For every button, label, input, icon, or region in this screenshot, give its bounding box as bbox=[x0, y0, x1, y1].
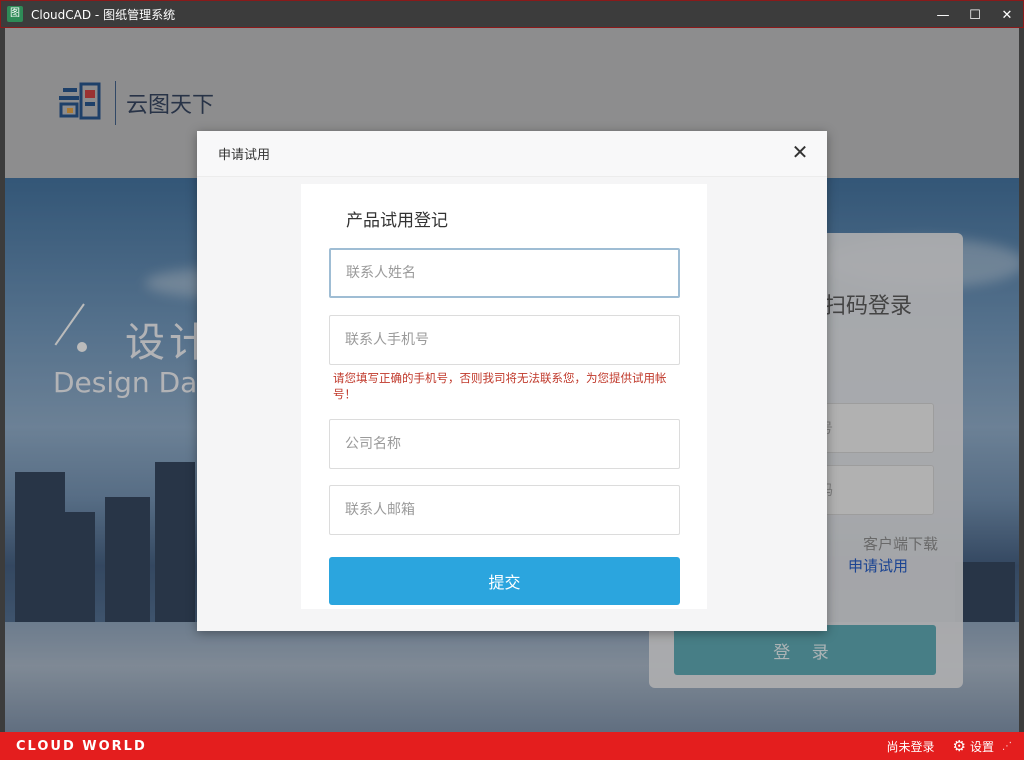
contact-phone-input[interactable] bbox=[329, 315, 680, 365]
status-bar: CLOUD WORLD 尚未登录 ⚙ 设置 ⋰ bbox=[0, 732, 1024, 760]
dialog-title: 申请试用 bbox=[218, 144, 270, 163]
gear-icon[interactable]: ⚙ bbox=[953, 737, 966, 755]
maximize-button[interactable]: ☐ bbox=[959, 1, 991, 29]
company-name-input[interactable] bbox=[329, 419, 680, 469]
contact-email-input[interactable] bbox=[329, 485, 680, 535]
settings-label[interactable]: 设置 bbox=[970, 738, 994, 755]
apply-trial-dialog: 申请试用 ✕ 产品试用登记 请您填写正确的手机号，否则我司将无法联系您，为您提供… bbox=[197, 131, 827, 631]
submit-button[interactable]: 提交 bbox=[329, 557, 680, 605]
status-right: 尚未登录 ⚙ 设置 ⋰ bbox=[887, 732, 1012, 760]
form-title: 产品试用登记 bbox=[346, 206, 448, 231]
window-controls: — ☐ ✕ bbox=[927, 1, 1023, 29]
login-status[interactable]: 尚未登录 bbox=[887, 738, 935, 755]
brand-text: CLOUD WORLD bbox=[16, 739, 147, 754]
app-icon: 图 bbox=[7, 6, 23, 22]
resize-grip-icon[interactable]: ⋰ bbox=[1002, 741, 1012, 752]
dialog-header: 申请试用 bbox=[197, 131, 827, 177]
title-bar: 图 CloudCAD - 图纸管理系统 — ☐ ✕ bbox=[0, 0, 1024, 28]
trial-form: 产品试用登记 请您填写正确的手机号，否则我司将无法联系您，为您提供试用帐号！ 提… bbox=[301, 184, 707, 609]
close-icon[interactable]: ✕ bbox=[791, 143, 809, 161]
contact-name-input[interactable] bbox=[329, 248, 680, 298]
close-window-button[interactable]: ✕ bbox=[991, 1, 1023, 29]
phone-warning-text: 请您填写正确的手机号，否则我司将无法联系您，为您提供试用帐号！ bbox=[333, 370, 678, 402]
minimize-button[interactable]: — bbox=[927, 1, 959, 29]
window-title: CloudCAD - 图纸管理系统 bbox=[31, 6, 175, 23]
